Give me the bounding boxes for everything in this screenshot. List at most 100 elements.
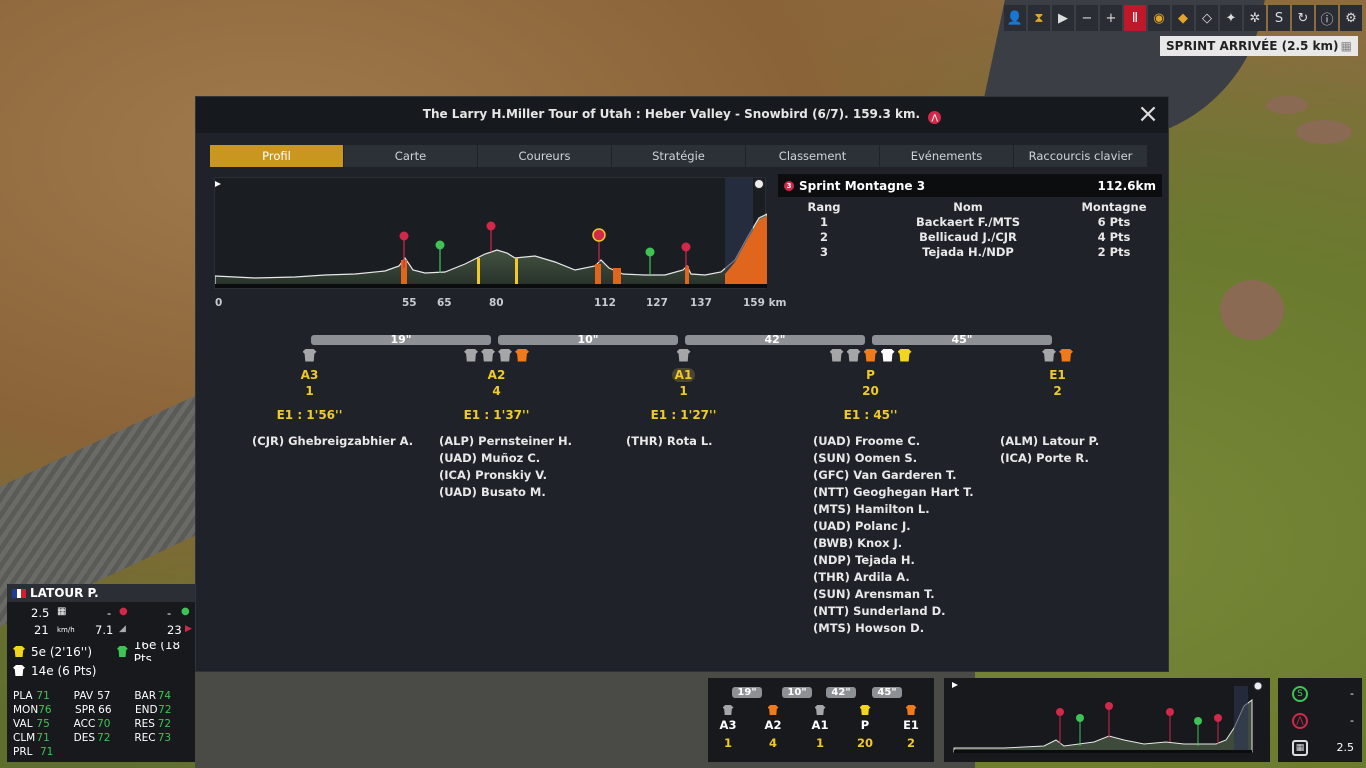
car-icon[interactable]: ◆ — [1172, 5, 1194, 31]
mini-group[interactable]: A3 1 — [713, 702, 743, 750]
km-label: 112 — [594, 297, 616, 309]
list-item[interactable]: (GFC) Van Garderen T. — [813, 468, 964, 485]
rider-speed: 21 — [34, 623, 49, 637]
tab-ev-nements[interactable]: Evénements — [880, 145, 1013, 167]
list-item[interactable]: (NTT) Sunderland D. — [813, 604, 964, 621]
tab-classement[interactable]: Classement — [746, 145, 879, 167]
jersey-icon — [1059, 348, 1073, 362]
list-item[interactable]: (THR) Ardila A. — [813, 570, 964, 587]
checkered-flag-icon: ▦ — [1340, 39, 1352, 53]
tab-raccourcis-clavier[interactable]: Raccourcis clavier — [1014, 145, 1147, 167]
mini-group[interactable]: A2 4 — [758, 702, 788, 750]
list-item[interactable]: (MTS) Howson D. — [813, 621, 964, 638]
rider-group[interactable]: E1 2 (ALM) Latour P. (ICA) Porte R. — [964, 347, 1151, 468]
skill-value: 71 — [40, 746, 54, 758]
group-count: 1 — [679, 384, 688, 398]
stage-info-panel: The Larry H.Miller Tour of Utah : Heber … — [195, 96, 1169, 672]
mini-group[interactable]: P 20 — [850, 702, 880, 750]
mini-group[interactable]: A1 1 — [805, 702, 835, 750]
tab-profil[interactable]: Profil — [210, 145, 343, 167]
rider-skills: PLA 71 PAV 57 BAR 74 MON 76 SPR 66 END 72 VAL 75 ACC 70… — [7, 690, 195, 760]
gc-standing: 5e (2'16'') — [7, 642, 113, 661]
list-item[interactable]: (ALP) Pernsteiner H. — [439, 434, 590, 451]
tab-coureurs[interactable]: Coureurs — [478, 145, 611, 167]
close-icon[interactable]: × — [1136, 101, 1160, 127]
gradient-icon: ◢ — [119, 624, 126, 634]
rider-group[interactable]: P 20 E1 : 45'' (UAD) Froome C. (SUN) Oomen S… — [777, 347, 974, 638]
jersey-icon — [515, 348, 529, 362]
mini-groups-panel[interactable]: 19" 10" 42" 45" A3 1 A2 4 A1 1 P 20 E1 2 — [708, 678, 934, 762]
list-item[interactable]: (ICA) Pronskiy V. — [439, 468, 590, 485]
wheel-icon[interactable]: ✲ — [1244, 5, 1266, 31]
start-marker-icon — [952, 682, 958, 688]
mini-profile-chart — [952, 681, 1263, 753]
settings-icon[interactable]: ⚙ — [1340, 5, 1362, 31]
profile-segment — [477, 258, 480, 286]
sprint-icon[interactable]: S — [1268, 5, 1290, 31]
list-item[interactable]: (ICA) Porte R. — [1000, 451, 1151, 468]
sprint-header: 3 Sprint Montagne 3 112.6km — [778, 174, 1162, 197]
skill-value: 66 — [98, 704, 112, 716]
pause-icon[interactable]: Ⅱ — [1124, 5, 1146, 31]
list-item[interactable]: (UAD) Busato M. — [439, 485, 590, 502]
skill-value: 70 — [97, 718, 111, 730]
skill-row: PRL 71 — [13, 746, 195, 760]
skill-key: REC — [134, 732, 156, 744]
finish-distance: 2.5 — [1336, 741, 1355, 754]
group-rider-list: (ALP) Pernsteiner H. (UAD) Muñoz C. (ICA) … — [403, 434, 590, 502]
list-item[interactable]: (ALM) Latour P. — [1000, 434, 1151, 451]
mini-profile-markers — [1056, 702, 1222, 746]
play-icon[interactable]: ▶ — [1052, 5, 1074, 31]
list-item[interactable]: (UAD) Muñoz C. — [439, 451, 590, 468]
refresh-icon[interactable]: ↻ — [1292, 5, 1314, 31]
list-item[interactable]: (BWB) Knox J. — [813, 536, 964, 553]
yellow-jersey-icon — [13, 646, 25, 657]
skill-value: 72 — [97, 732, 111, 744]
table-row: 3 Tejada H./NDP 2 Pts — [778, 245, 1162, 260]
plus-icon[interactable]: + — [1100, 5, 1122, 31]
skill-row: MON 76 SPR 66 END 72 — [13, 704, 195, 718]
jersey-icon — [863, 348, 878, 362]
tab-carte[interactable]: Carte — [344, 145, 477, 167]
helicopter-icon[interactable]: ✦ — [1220, 5, 1242, 31]
points-cell: 4 Pts — [1097, 230, 1131, 244]
rider-group[interactable]: A3 1 E1 : 1'56'' (CJR) Ghebreigzabhier A. — [216, 347, 413, 451]
list-item[interactable]: (UAD) Polanc J. — [813, 519, 964, 536]
profile-segment — [515, 258, 518, 286]
list-item[interactable]: (NDP) Tejada H. — [813, 553, 964, 570]
eye-icon[interactable]: ◉ — [1148, 5, 1170, 31]
rider-view-icon[interactable]: 👤 — [1004, 5, 1026, 31]
km-label: 80 — [489, 297, 504, 309]
list-item[interactable]: (SUN) Arensman T. — [813, 587, 964, 604]
rider-card[interactable]: LATOUR P. 2.5 ▦ - ● - ● 21 km/h 7.1 ◢ 23… — [7, 584, 195, 762]
list-item[interactable]: (UAD) Froome C. — [813, 434, 964, 451]
rider-group[interactable]: A2 4 E1 : 1'37'' (ALP) Pernsteiner H. (UAD) … — [403, 347, 590, 502]
mini-stage-profile[interactable] — [944, 678, 1270, 762]
list-item[interactable]: (THR) Rota L. — [626, 434, 777, 451]
rider-group[interactable]: A1 1 E1 : 1'27'' (THR) Rota L. — [590, 347, 777, 451]
info-icon[interactable]: ⓘ — [1316, 5, 1338, 31]
list-item[interactable]: (CJR) Ghebreigzabhier A. — [252, 434, 413, 451]
name-cell: Bellicaud J./CJR — [919, 230, 1017, 244]
jersey-icon — [767, 705, 779, 715]
list-item[interactable]: (SUN) Oomen S. — [813, 451, 964, 468]
mini-group-count: 2 — [906, 736, 915, 750]
km-label: 65 — [437, 297, 452, 309]
moto-icon[interactable]: ◇ — [1196, 5, 1218, 31]
skill-key: DES — [73, 732, 96, 744]
list-item[interactable]: (MTS) Hamilton L. — [813, 502, 964, 519]
hourglass-icon[interactable]: ⧗ — [1028, 5, 1050, 31]
sprint-icon: S — [1292, 685, 1308, 702]
minus-icon[interactable]: − — [1076, 5, 1098, 31]
mini-group[interactable]: E1 2 — [896, 702, 926, 750]
kom-icon: 3 — [784, 180, 794, 191]
tab-strat-gie[interactable]: Stratégie — [612, 145, 745, 167]
sprint-title: Sprint Montagne 3 — [799, 178, 926, 193]
jersey-icon — [880, 348, 895, 362]
list-item[interactable]: (NTT) Geoghegan Hart T. — [813, 485, 974, 502]
mini-jersey-icon — [805, 702, 835, 718]
start-marker-icon — [215, 181, 221, 187]
next-kom-row: ⋀ - — [1278, 707, 1362, 734]
km-label: 55 — [402, 297, 417, 309]
mini-profile-area — [953, 699, 1253, 753]
